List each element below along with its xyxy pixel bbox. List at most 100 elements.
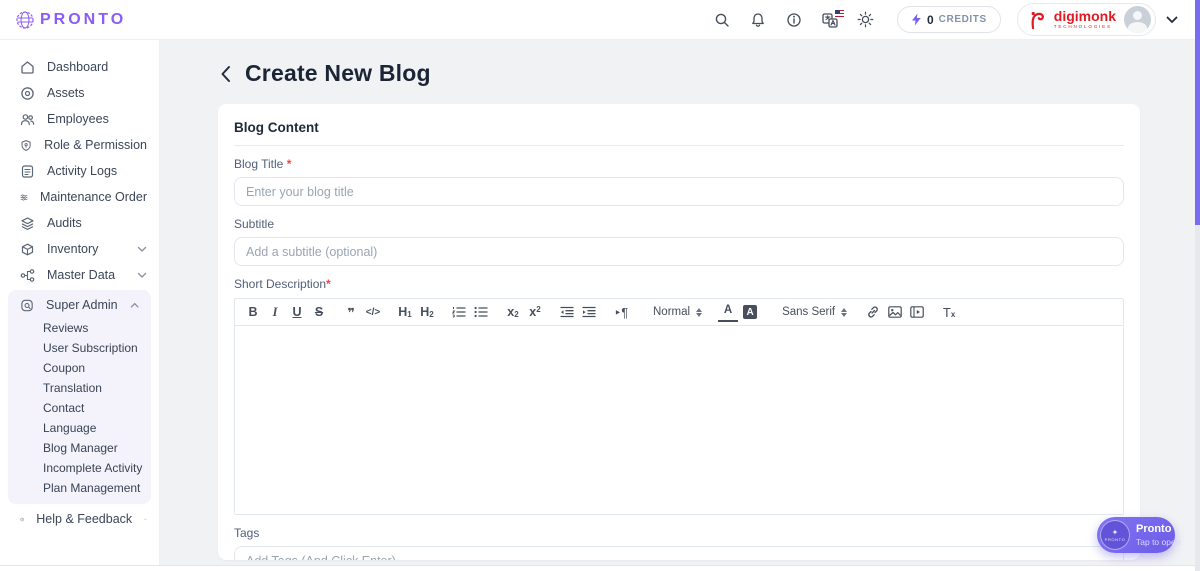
super-admin-section: Super Admin Reviews User Subscription Co… (8, 290, 151, 504)
info-button[interactable] (781, 7, 807, 33)
h1-sub: 1 (407, 309, 412, 319)
sidebar-item-audits[interactable]: Audits (0, 210, 159, 236)
sidebar-subitem-coupon[interactable]: Coupon (8, 358, 151, 378)
sidebar-item-maintenance-order[interactable]: Maintenance Order (0, 184, 159, 210)
sidebar-item-employees[interactable]: Employees (0, 106, 159, 132)
sidebar-item-label: Assets (47, 86, 85, 100)
strikethrough-button[interactable]: S (309, 302, 329, 322)
subtitle-input[interactable] (234, 237, 1124, 266)
chevron-down-icon (137, 246, 147, 252)
header-2-button[interactable]: H2 (417, 302, 437, 322)
clear-formatting-button[interactable]: Tx (939, 302, 959, 322)
page-title: Create New Blog (245, 60, 431, 86)
page-header: Create New Blog (160, 40, 1200, 87)
theme-toggle-button[interactable] (853, 7, 879, 33)
bg-a-glyph: A (743, 305, 758, 319)
subitem-label: Reviews (43, 321, 89, 335)
credits-badge[interactable]: 0 CREDITS (896, 6, 1001, 33)
info-icon (787, 12, 801, 27)
italic-button[interactable]: I (265, 302, 285, 322)
shield-icon (21, 139, 31, 151)
required-asterisk: * (326, 277, 331, 291)
sidebar-item-label: Employees (47, 112, 109, 126)
bullet-list-button[interactable] (471, 302, 491, 322)
tags-input[interactable] (234, 546, 1124, 560)
sidebar-subitem-incomplete-activity[interactable]: Incomplete Activity (8, 458, 151, 478)
text-direction-button[interactable]: ‣¶ (611, 302, 631, 322)
lightning-icon (911, 13, 921, 26)
pronto-widget-logo: ✦ PRONTO (1100, 520, 1130, 550)
sidebar-item-inventory[interactable]: Inventory (0, 236, 159, 262)
profile-menu[interactable]: digimonk TECHNOLOGIES (1016, 3, 1156, 36)
sidebar-item-label: Maintenance Order (39, 190, 147, 204)
bullet-list-icon (474, 306, 488, 318)
pronto-widget-button[interactable]: ✦ PRONTO Pronto Tap to open (1097, 517, 1180, 553)
search-button[interactable] (709, 7, 735, 33)
insert-video-button[interactable] (907, 302, 927, 322)
insert-link-button[interactable] (863, 302, 883, 322)
sidebar-subitem-reviews[interactable]: Reviews (8, 318, 151, 338)
bottom-bar (0, 565, 1200, 571)
h-glyph: H (420, 305, 430, 319)
user-avatar[interactable] (1124, 6, 1151, 33)
font-select[interactable]: Sans Serif (778, 306, 851, 318)
insert-image-button[interactable] (885, 302, 905, 322)
sidebar-item-assets[interactable]: Assets (0, 80, 159, 106)
sidebar-item-super-admin[interactable]: Super Admin (8, 292, 151, 318)
sidebar-item-label: Activity Logs (47, 164, 118, 178)
blog-title-input[interactable] (234, 177, 1124, 206)
section-title: Blog Content (234, 120, 1124, 146)
editor-content-area[interactable] (235, 326, 1123, 514)
sidebar-item-dashboard[interactable]: Dashboard (0, 54, 159, 80)
notifications-button[interactable] (745, 7, 771, 33)
widget-title: Pronto (1136, 523, 1172, 536)
back-button[interactable] (220, 65, 231, 83)
page-scrollbar-thumb[interactable] (1195, 0, 1200, 225)
text-color-button[interactable]: A (718, 302, 739, 322)
select-arrows-icon (696, 307, 703, 317)
sidebar-subitem-contact[interactable]: Contact (8, 398, 151, 418)
sidebar-subitem-plan-management[interactable]: Plan Management (8, 478, 151, 498)
underline-button[interactable]: U (287, 302, 307, 322)
x-glyph: x (529, 305, 537, 319)
format-select[interactable]: Normal (649, 306, 706, 318)
indent-button[interactable] (579, 302, 599, 322)
sidebar-subitem-translation[interactable]: Translation (8, 378, 151, 398)
rich-text-editor: B I U S ❞ </> H1 H2 x 2 x 2 ‣¶ Normal A … (234, 298, 1124, 515)
sidebar-item-label: Master Data (47, 268, 116, 282)
blog-title-label: Blog Title * (234, 157, 1124, 171)
bold-button[interactable]: B (243, 302, 263, 322)
users-icon (20, 113, 35, 125)
sidebar-item-master-data[interactable]: Master Data (0, 262, 159, 288)
top-bar: PRONTO 0 CREDITS digimonk TECHNOLOGIES (0, 0, 1200, 40)
app-logo[interactable]: PRONTO (0, 10, 126, 30)
widget-logo-text: PRONTO (1104, 536, 1126, 542)
sidebar-subitem-language[interactable]: Language (8, 418, 151, 438)
sidebar-item-label: Role & Permission (44, 138, 147, 152)
subscript-button[interactable]: x2 (503, 302, 523, 322)
page-scrollbar-track[interactable] (1195, 0, 1200, 571)
document-icon (21, 164, 34, 178)
widget-subtitle: Tap to open (1136, 536, 1181, 547)
sidebar-item-activity-logs[interactable]: Activity Logs (0, 158, 159, 184)
outdent-button[interactable] (557, 302, 577, 322)
sidebar-item-help-feedback[interactable]: Help & Feedback (0, 506, 159, 532)
code-block-button[interactable]: </> (363, 302, 383, 322)
sidebar-subitem-user-subscription[interactable]: User Subscription (8, 338, 151, 358)
ordered-list-button[interactable] (449, 302, 469, 322)
sliders-icon (20, 194, 28, 200)
language-button[interactable] (817, 7, 845, 33)
sidebar-item-role-permission[interactable]: Role & Permission (0, 132, 159, 158)
background-color-button[interactable]: A (740, 302, 760, 322)
x-glyph: x (507, 305, 515, 319)
superscript-button[interactable]: x2 (525, 302, 545, 322)
header-1-button[interactable]: H1 (395, 302, 415, 322)
chevron-down-icon[interactable] (1166, 16, 1178, 24)
x-sub-glyph: x (950, 309, 956, 319)
sidebar-subitem-blog-manager[interactable]: Blog Manager (8, 438, 151, 458)
video-icon (910, 306, 924, 318)
sun-icon (858, 11, 874, 28)
h-glyph: H (398, 305, 408, 319)
us-flag-badge (833, 8, 845, 17)
blockquote-button[interactable]: ❞ (341, 302, 361, 322)
